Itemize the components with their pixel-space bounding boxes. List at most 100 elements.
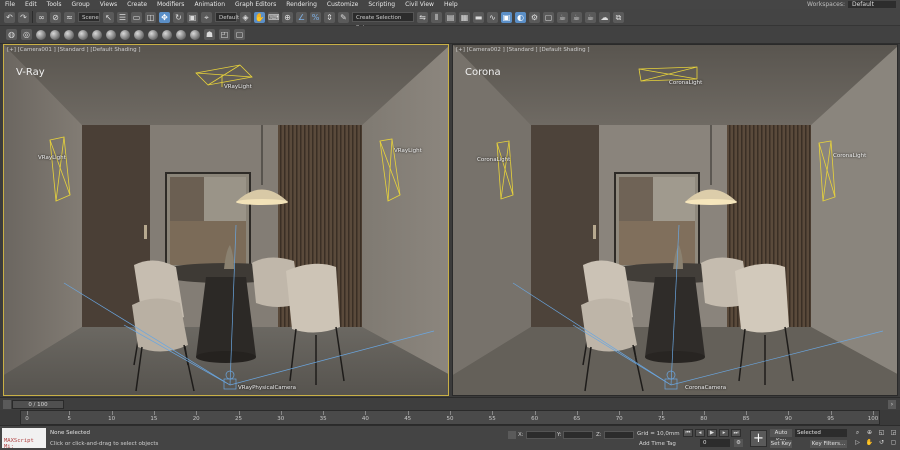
render-setup-icon[interactable]: ⚙ — [529, 11, 540, 23]
menu-create[interactable]: Create — [122, 0, 152, 9]
selection-set-dropdown[interactable]: Create Selection Set — [352, 12, 414, 31]
align-icon[interactable]: ⫴ — [431, 11, 442, 23]
unlink-icon[interactable]: ⊘ — [50, 11, 61, 23]
zoom-icon[interactable]: ⌕ — [853, 429, 862, 437]
bind-space-warp-icon[interactable]: ≈ — [64, 11, 75, 23]
sphere-icon[interactable] — [162, 29, 172, 40]
sphere-icon[interactable] — [190, 29, 200, 40]
viewport-label[interactable]: [+] [Camera001 ] [Standard ] [Default Sh… — [7, 47, 141, 53]
menu-group[interactable]: Group — [66, 0, 94, 9]
select-manipulate-icon[interactable]: ✋ — [254, 11, 265, 23]
maximize-viewport-icon[interactable]: ▢ — [889, 439, 898, 447]
mini-curve-editor-icon[interactable] — [3, 400, 11, 409]
pan-icon[interactable]: ✋ — [865, 439, 874, 447]
mirror-icon[interactable]: ⇋ — [417, 11, 428, 23]
toggle-layers-icon[interactable]: ▤ — [445, 11, 456, 23]
menu-file[interactable]: File — [0, 0, 20, 9]
edit-named-sets-icon[interactable]: ✎ — [338, 11, 349, 23]
current-frame-field[interactable]: 0 — [700, 439, 730, 447]
next-frame-icon[interactable]: › — [888, 400, 896, 409]
auto-key-button[interactable]: Auto Key — [770, 429, 792, 444]
track-bar[interactable]: 0 5 10 15 20 25 30 35 40 45 50 55 60 65 70 75 80 85 90 95 10… — [0, 410, 900, 425]
globe-icon[interactable]: ◎ — [21, 29, 32, 40]
menu-customize[interactable]: Customize — [322, 0, 364, 9]
curve-editor-icon[interactable]: ∿ — [487, 11, 498, 23]
menu-modifiers[interactable]: Modifiers — [152, 0, 189, 9]
place-icon[interactable]: ⌖ — [201, 11, 212, 23]
select-object-icon[interactable]: ↖ — [103, 11, 114, 23]
fov-icon[interactable]: ▷ — [853, 439, 862, 447]
x-field[interactable] — [525, 431, 556, 439]
go-to-start-icon[interactable]: ⏮ — [683, 429, 693, 437]
keyboard-shortcut-icon[interactable]: ⌨ — [268, 11, 280, 23]
ribbon-icon[interactable]: ▬ — [473, 11, 484, 23]
menu-tools[interactable]: Tools — [42, 0, 67, 9]
select-scale-icon[interactable]: ▣ — [187, 11, 198, 23]
frame-ruler[interactable]: 0 5 10 15 20 25 30 35 40 45 50 55 60 65 70 75 80 85 90 95 10… — [20, 410, 880, 425]
viewport-vray[interactable]: [+] [Camera001 ] [Standard ] [Default Sh… — [3, 44, 449, 396]
teapot-icon[interactable]: ☗ — [204, 29, 215, 40]
render-production-icon[interactable]: ☕ — [557, 11, 568, 23]
reference-coord-dropdown[interactable]: Default — [215, 12, 239, 22]
viewport-corona[interactable]: [+] [Camera002 ] [Standard ] [Default Sh… — [452, 44, 898, 396]
orbit-icon[interactable]: ↺ — [877, 439, 886, 447]
render-cloud-icon[interactable]: ☁ — [599, 11, 610, 23]
sphere-icon[interactable] — [36, 29, 46, 40]
spinner-snap-icon[interactable]: ⇕ — [324, 11, 335, 23]
lock-selection-icon[interactable] — [508, 431, 516, 439]
schematic-view-icon[interactable]: ▣ — [501, 11, 512, 23]
prev-frame-icon[interactable]: ◂ — [695, 429, 705, 437]
add-key-button[interactable]: + — [750, 430, 767, 447]
zoom-extents-icon[interactable]: ◱ — [877, 429, 886, 437]
time-config-icon[interactable]: ⚙ — [734, 439, 743, 447]
pin-icon[interactable]: ◍ — [6, 29, 17, 40]
menu-graph-editors[interactable]: Graph Editors — [230, 0, 281, 9]
selection-filter-dropdown[interactable]: Scene — [78, 12, 100, 22]
set-key-button[interactable]: Set Key — [770, 440, 792, 448]
scene-explorer-icon[interactable]: ▦ — [459, 11, 470, 23]
key-filters-button[interactable]: Key Filters... — [810, 440, 847, 448]
pivot-center-icon[interactable]: ◈ — [240, 11, 251, 23]
rendered-frame-icon[interactable]: ▢ — [543, 11, 554, 23]
maxscript-listener[interactable]: MAXScript Mi: — [2, 428, 46, 450]
redo-icon[interactable]: ↷ — [18, 11, 29, 23]
zoom-extents-all-icon[interactable]: ◲ — [889, 429, 898, 437]
menu-views[interactable]: Views — [95, 0, 122, 9]
percent-snap-icon[interactable]: % — [310, 11, 321, 23]
select-rotate-icon[interactable]: ↻ — [173, 11, 184, 23]
go-to-end-icon[interactable]: ⏭ — [731, 429, 741, 437]
render-iterative-icon[interactable]: ☕ — [571, 11, 582, 23]
a360-gallery-icon[interactable]: ⧉ — [613, 11, 624, 23]
viewport-label[interactable]: [+] [Camera002 ] [Standard ] [Default Sh… — [456, 47, 590, 53]
menu-animation[interactable]: Animation — [189, 0, 230, 9]
select-by-name-icon[interactable]: ☰ — [117, 11, 128, 23]
sphere-icon[interactable] — [134, 29, 144, 40]
add-time-tag[interactable]: Add Time Tag — [639, 441, 676, 447]
sphere-icon[interactable] — [64, 29, 74, 40]
menu-civil-view[interactable]: Civil View — [400, 0, 439, 9]
next-frame-icon[interactable]: ▸ — [719, 429, 729, 437]
menu-edit[interactable]: Edit — [20, 0, 42, 9]
select-move-icon[interactable]: ✥ — [159, 11, 170, 23]
y-field[interactable] — [563, 431, 594, 439]
zoom-all-icon[interactable]: ⊕ — [865, 429, 874, 437]
sphere-icon[interactable] — [148, 29, 158, 40]
undo-icon[interactable]: ↶ — [4, 11, 15, 23]
sphere-icon[interactable] — [106, 29, 116, 40]
link-icon[interactable]: ∞ — [36, 11, 47, 23]
time-slider[interactable]: 0 / 100 — [12, 400, 64, 409]
sphere-icon[interactable] — [50, 29, 60, 40]
menu-scripting[interactable]: Scripting — [363, 0, 400, 9]
render-activeshade-icon[interactable]: ☕ — [585, 11, 596, 23]
angle-snap-icon[interactable]: ∠ — [296, 11, 307, 23]
menu-help[interactable]: Help — [439, 0, 463, 9]
material-editor-icon[interactable]: ◐ — [515, 11, 526, 23]
key-mode-dropdown[interactable]: Selected — [795, 429, 847, 437]
snaps-toggle-icon[interactable]: ⊕ — [282, 11, 293, 23]
workspace-dropdown[interactable]: Default — [848, 1, 896, 8]
z-field[interactable] — [603, 431, 634, 439]
sphere-icon[interactable] — [120, 29, 130, 40]
play-icon[interactable]: ▶ — [707, 429, 717, 437]
render-frame-icon[interactable]: ▢ — [234, 29, 245, 40]
camera-icon[interactable]: ◰ — [219, 29, 230, 40]
